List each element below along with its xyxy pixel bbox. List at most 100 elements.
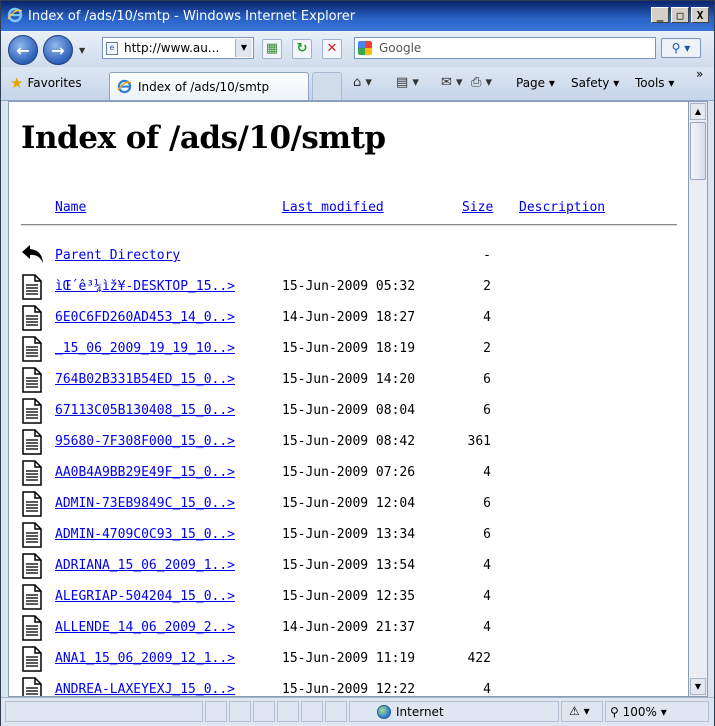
print-icon[interactable]: ⎙ ▾ <box>471 75 492 90</box>
file-document-icon <box>21 367 43 397</box>
status-pane <box>325 701 347 722</box>
file-document-icon <box>21 429 43 459</box>
file-size: 2 <box>483 341 491 356</box>
file-size: 6 <box>483 372 491 387</box>
title-bar[interactable]: Index of /ads/10/smtp - Windows Internet… <box>1 1 714 31</box>
file-size: 2 <box>483 279 491 294</box>
table-row: 764B02B331B54ED_15_0..> 15-Jun-2009 14:20… <box>9 366 688 397</box>
parent-directory-row: Parent Directory - <box>9 242 688 272</box>
favorites-button[interactable]: ★ Favorites <box>10 76 82 91</box>
file-date: 15-Jun-2009 12:22 <box>282 682 416 697</box>
zoom-level[interactable]: ⚲ 100% ▾ <box>610 705 667 719</box>
sort-by-size-link[interactable]: Size <box>462 200 493 215</box>
scroll-down-button[interactable]: ▼ <box>690 678 706 695</box>
file-link[interactable]: _15_06_2009_19_19_10..> <box>55 341 235 356</box>
tools-menu[interactable]: Tools ▾ <box>635 76 674 90</box>
zoom-value: 100% <box>622 705 657 719</box>
file-document-icon <box>21 553 43 583</box>
file-link[interactable]: ADMIN-73EB9849C_15_0..> <box>55 496 235 511</box>
status-bar: Internet ⚠ ▾ ⚲ 100% ▾ <box>1 697 714 726</box>
file-link[interactable]: 6E0C6FD260AD453_14_0..> <box>55 310 235 325</box>
file-size: 361 <box>467 434 491 449</box>
forward-button[interactable]: → <box>43 35 73 65</box>
file-date: 15-Jun-2009 12:35 <box>282 589 416 604</box>
column-header-description[interactable]: Description <box>519 200 605 215</box>
status-pane <box>301 701 323 722</box>
new-tab-button[interactable] <box>312 72 342 100</box>
file-link[interactable]: ALLENDE_14_06_2009_2..> <box>55 620 235 635</box>
tab-current[interactable]: Index of /ads/10/smtp <box>109 72 309 100</box>
scroll-up-button[interactable]: ▲ <box>690 103 706 120</box>
refresh-button[interactable]: ↻ <box>292 39 312 59</box>
recent-pages-dropdown-icon[interactable]: ▼ <box>79 46 85 55</box>
file-size: 6 <box>483 527 491 542</box>
file-date: 14-Jun-2009 18:27 <box>282 310 416 325</box>
vertical-scrollbar[interactable]: ▲ ▼ <box>689 101 708 697</box>
table-row: 95680-7F308F000_15_0..> 15-Jun-2009 08:42… <box>9 428 688 459</box>
favorites-label: Favorites <box>27 76 82 90</box>
file-size: 4 <box>483 620 491 635</box>
status-pane <box>229 701 251 722</box>
protected-mode-icon[interactable]: ⚠ ▾ <box>569 704 590 718</box>
file-size: 4 <box>483 682 491 697</box>
ie-tab-icon <box>117 79 132 97</box>
status-pane <box>253 701 275 722</box>
file-document-icon <box>21 336 43 366</box>
sort-by-name-link[interactable]: Name <box>55 200 86 215</box>
refresh-icon: ↻ <box>296 41 308 56</box>
file-date: 15-Jun-2009 11:19 <box>282 651 416 666</box>
file-link[interactable]: ANA1_15_06_2009_12_1..> <box>55 651 235 666</box>
stop-button[interactable]: ✕ <box>322 39 342 59</box>
minimize-button[interactable]: _ <box>651 7 669 23</box>
arrow-right-icon: → <box>51 40 65 60</box>
file-date: 15-Jun-2009 13:34 <box>282 527 416 542</box>
column-header-name[interactable]: Name <box>55 200 86 215</box>
parent-directory-link[interactable]: Parent Directory <box>55 248 180 263</box>
compatibility-view-button[interactable]: ▦ <box>262 39 282 59</box>
safety-menu[interactable]: Safety ▾ <box>571 76 619 90</box>
table-row: 6E0C6FD260AD453_14_0..> 14-Jun-2009 18:27… <box>9 304 688 334</box>
more-commands-chevron[interactable]: » <box>696 67 703 81</box>
file-link[interactable]: 764B02B331B54ED_15_0..> <box>55 372 235 387</box>
stop-icon: ✕ <box>326 41 338 56</box>
table-row: ADRIANA_15_06_2009_1..> 15-Jun-2009 13:54… <box>9 552 688 583</box>
feeds-icon[interactable]: ▤ ▾ <box>396 75 419 90</box>
address-dropdown-icon[interactable]: ▼ <box>235 39 252 57</box>
ie-logo-icon <box>7 7 23 26</box>
security-zone[interactable]: Internet <box>377 705 444 719</box>
file-size: 4 <box>483 465 491 480</box>
file-link[interactable]: 95680-7F308F000_15_0..> <box>55 434 235 449</box>
file-link[interactable]: ANDREA-LAXEYEXJ_15_0..> <box>55 682 235 696</box>
page-icon: e <box>106 42 118 55</box>
search-button[interactable]: ⚲ ▾ <box>661 38 701 58</box>
scroll-thumb[interactable] <box>690 122 706 180</box>
zone-label: Internet <box>396 705 444 719</box>
status-text-pane <box>5 701 203 722</box>
column-header-last-modified[interactable]: Last modified <box>282 200 384 215</box>
address-bar[interactable]: e http://www.au... ▼ <box>102 37 254 59</box>
close-button[interactable]: X <box>691 7 709 23</box>
table-row: ANA1_15_06_2009_12_1..> 15-Jun-2009 11:19… <box>9 645 688 675</box>
table-row: ALLENDE_14_06_2009_2..> 14-Jun-2009 21:37… <box>9 614 688 644</box>
file-link[interactable]: ALEGRIAP-504204_15_0..> <box>55 589 235 604</box>
file-link[interactable]: ADRIANA_15_06_2009_1..> <box>55 558 235 573</box>
file-link[interactable]: AA0B4A9BB29E49F_15_0..> <box>55 465 235 480</box>
file-size: 4 <box>483 558 491 573</box>
sort-by-date-link[interactable]: Last modified <box>282 200 384 215</box>
column-header-size[interactable]: Size <box>462 200 493 215</box>
home-icon[interactable]: ⌂ ▾ <box>353 75 372 90</box>
address-url[interactable]: http://www.au... <box>124 41 219 55</box>
file-size: 6 <box>483 496 491 511</box>
file-link[interactable]: ìŒ´ê³¼ìž¥-DESKTOP_15..> <box>55 279 235 294</box>
maximize-button[interactable]: □ <box>671 7 689 23</box>
window-title: Index of /ads/10/smtp - Windows Internet… <box>28 9 356 24</box>
file-link[interactable]: 67113C05B130408_15_0..> <box>55 403 235 418</box>
file-date: 15-Jun-2009 12:04 <box>282 496 416 511</box>
search-box[interactable]: Google <box>354 37 656 59</box>
file-link[interactable]: ADMIN-4709C0C93_15_0..> <box>55 527 235 542</box>
mail-icon[interactable]: ✉ ▾ <box>441 75 463 90</box>
page-menu[interactable]: Page ▾ <box>516 76 555 90</box>
search-input[interactable]: Google <box>379 41 421 55</box>
back-button[interactable]: ← <box>8 35 38 65</box>
sort-by-description-link[interactable]: Description <box>519 200 605 215</box>
